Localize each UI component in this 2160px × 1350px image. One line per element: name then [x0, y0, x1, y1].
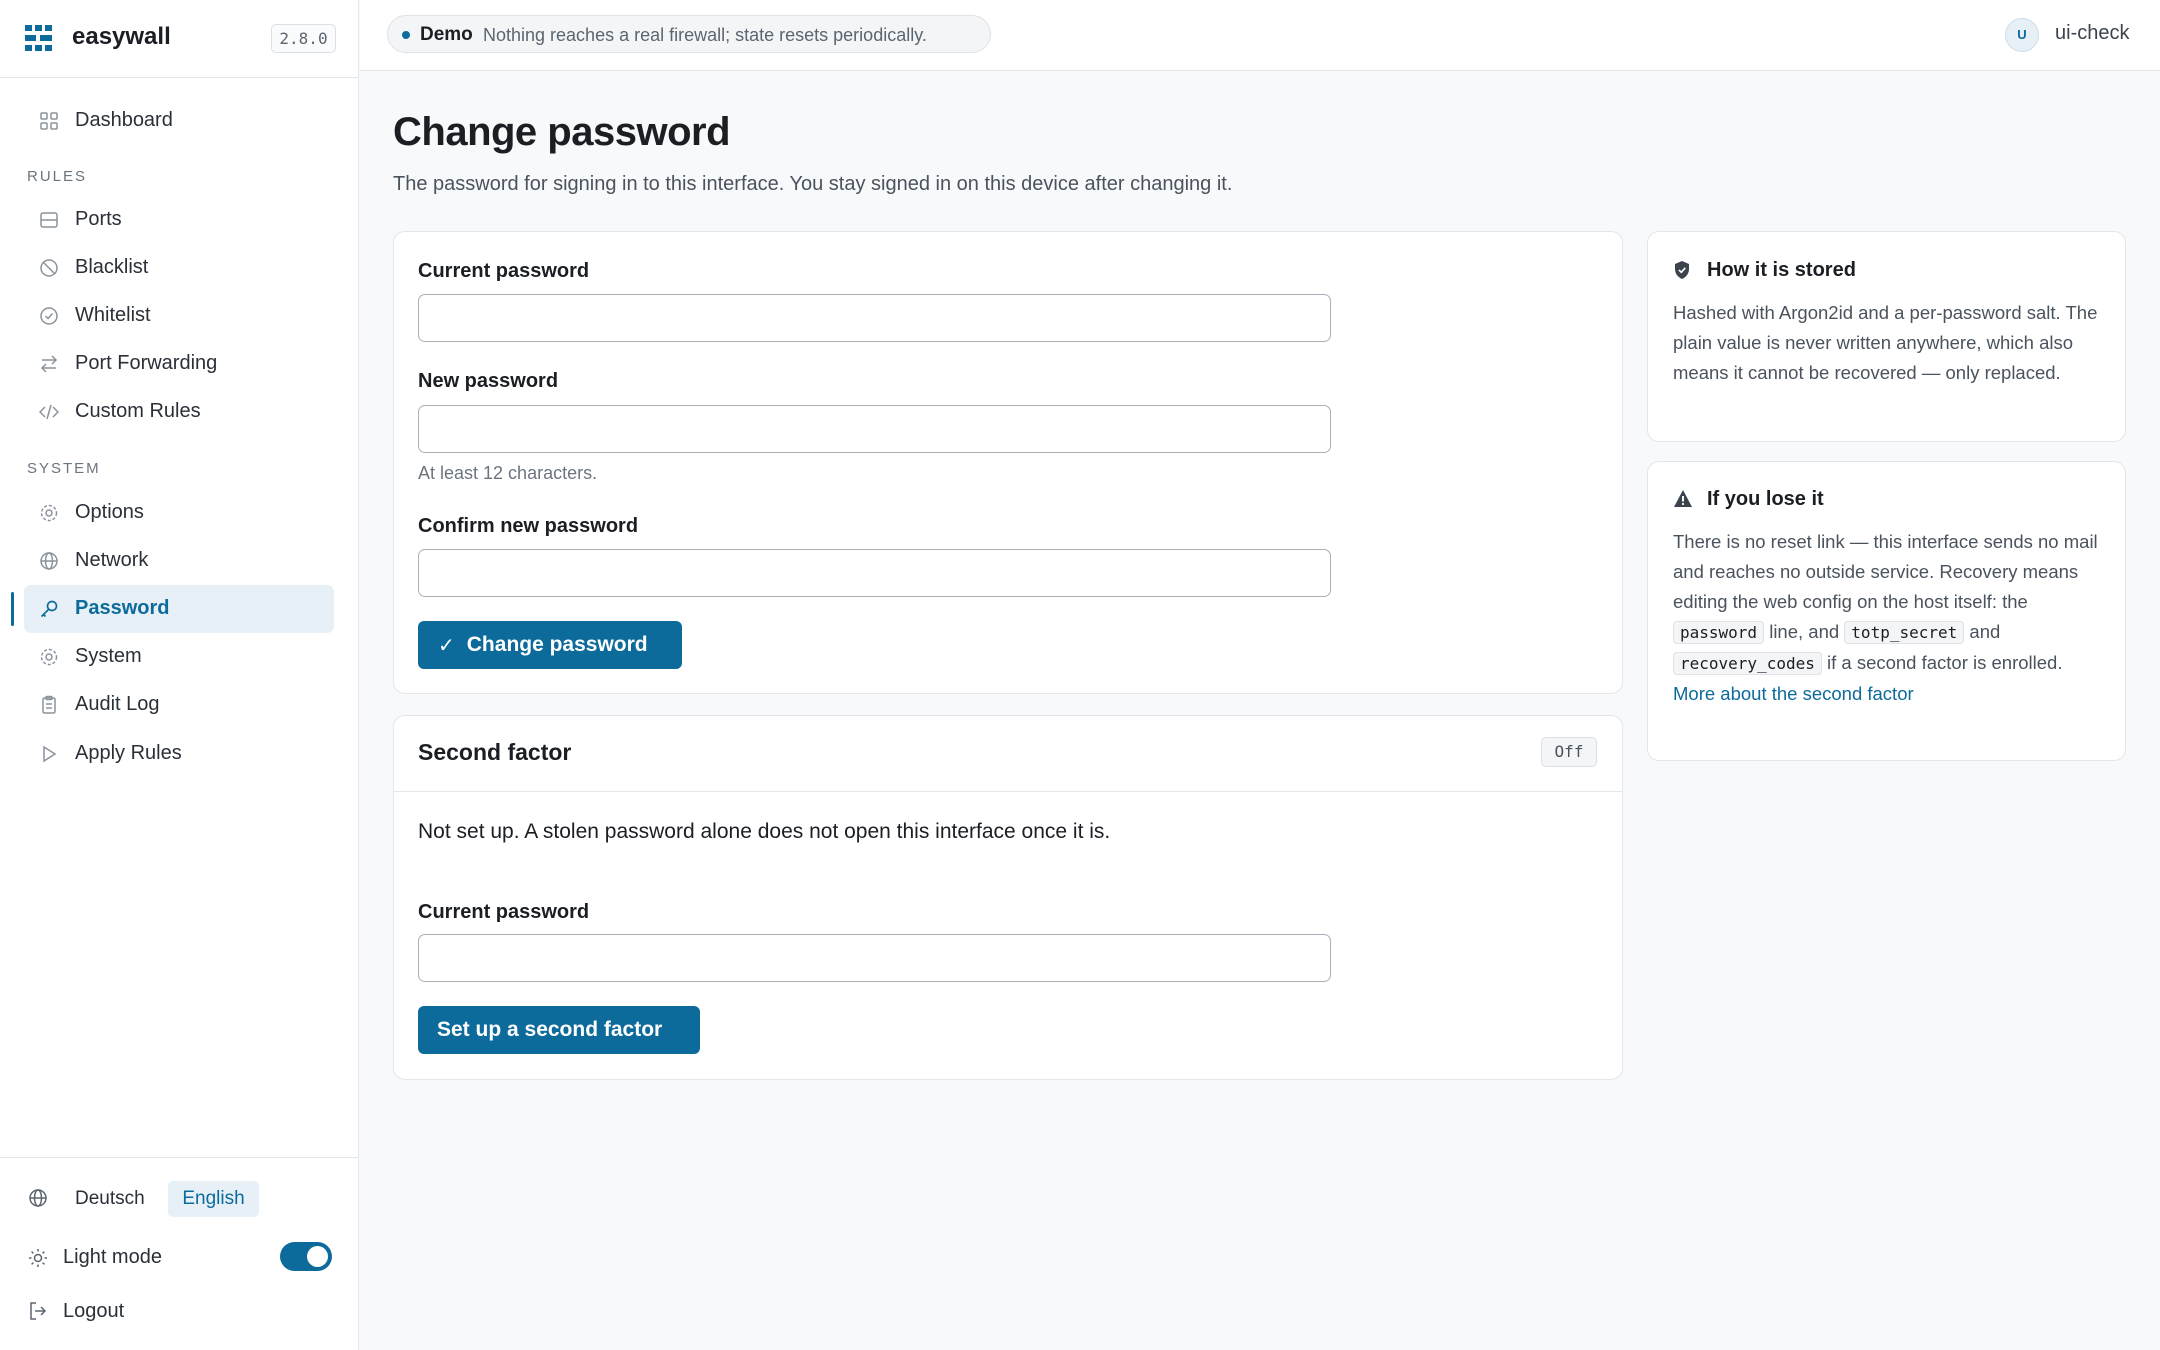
sf-current-password-label: Current password [418, 901, 590, 923]
check-circle-icon [40, 307, 58, 325]
sidebar: easywall 2.8.0 Dashboard RULES Ports Bla… [0, 0, 359, 1350]
sidebar-item-label: System [75, 645, 142, 667]
sidebar-item-label: Network [75, 549, 149, 571]
easywall-logo-icon [25, 25, 52, 51]
sidebar-item-label: Port Forwarding [75, 352, 218, 374]
user-name[interactable]: ui-check [2055, 22, 2129, 45]
code-recovery-codes: recovery_codes [1673, 652, 1822, 675]
sidebar-item-audit-log[interactable]: Audit Log [24, 681, 334, 729]
current-password-field[interactable] [418, 294, 1331, 342]
language-english[interactable]: English [168, 1181, 259, 1217]
check-icon: ✓ [438, 634, 455, 657]
logout-link[interactable]: Logout [63, 1300, 124, 1323]
active-indicator [11, 592, 14, 626]
sun-icon [29, 1249, 47, 1267]
demo-banner: Demo Nothing reaches a real firewall; st… [387, 15, 991, 53]
change-password-button[interactable]: ✓ Change password [418, 621, 682, 669]
sidebar-item-label: Audit Log [75, 693, 160, 715]
page-subtitle: The password for signing in to this inte… [393, 173, 1233, 195]
sf-current-password-field[interactable] [418, 934, 1331, 982]
clipboard-icon [42, 695, 56, 714]
status-dot [402, 31, 410, 39]
version-badge: 2.8.0 [271, 24, 336, 53]
status-badge: Off [1541, 737, 1597, 767]
gear-icon [40, 648, 58, 666]
second-factor-description: Not set up. A stolen password alone does… [418, 820, 1111, 843]
grid-icon [40, 112, 58, 130]
sidebar-item-label: Custom Rules [75, 400, 201, 422]
info-card-lose-body: There is no reset link — this interface … [1673, 527, 2109, 709]
info-card-stored-body: Hashed with Argon2id and a per-password … [1673, 302, 2098, 383]
topbar: Demo Nothing reaches a real firewall; st… [360, 0, 2160, 71]
gear-icon [40, 504, 58, 522]
sidebar-item-label: Options [75, 501, 144, 523]
arrows-swap-icon [40, 355, 58, 373]
nav-section-system: SYSTEM [27, 460, 101, 477]
key-icon [40, 600, 58, 618]
second-factor-link[interactable]: More about the second factor [1673, 683, 1914, 704]
lose-text-4: if a second factor is enrolled. [1827, 652, 2063, 673]
shield-icon [1675, 261, 1689, 279]
new-password-hint: At least 12 characters. [418, 463, 598, 483]
lose-text-3: and [1969, 621, 2001, 642]
lose-text-1: There is no reset link — this interface … [1673, 531, 2098, 612]
globe-icon [40, 552, 58, 570]
avatar[interactable]: U [2005, 18, 2039, 52]
brand-header: easywall 2.8.0 [0, 0, 358, 78]
server-icon [40, 212, 58, 228]
sidebar-item-custom-rules[interactable]: Custom Rules [24, 388, 334, 436]
theme-label: Light mode [63, 1246, 162, 1268]
setup-second-factor-button[interactable]: Set up a second factor [418, 1006, 700, 1054]
sidebar-item-blacklist[interactable]: Blacklist [24, 244, 334, 292]
sidebar-item-label: Whitelist [75, 304, 151, 326]
sidebar-item-ports[interactable]: Ports [24, 196, 334, 244]
play-icon [43, 745, 57, 763]
sidebar-item-label: Password [75, 597, 170, 619]
info-card-stored-title: How it is stored [1707, 259, 1856, 281]
confirm-password-field[interactable] [418, 549, 1331, 597]
sidebar-item-apply-rules[interactable]: Apply Rules [24, 730, 334, 778]
sidebar-item-label: Blacklist [75, 256, 149, 278]
toggle-knob [307, 1246, 328, 1267]
code-totp-secret: totp_secret [1844, 621, 1965, 644]
code-icon [39, 404, 59, 420]
sidebar-item-network[interactable]: Network [24, 537, 334, 585]
demo-text: Nothing reaches a real firewall; state r… [483, 25, 927, 45]
sidebar-item-label: Ports [75, 208, 122, 230]
new-password-field[interactable] [418, 405, 1331, 453]
sidebar-item-dashboard[interactable]: Dashboard [24, 97, 334, 145]
app-name: easywall [72, 23, 171, 50]
sidebar-item-label: Dashboard [75, 109, 173, 131]
logout-icon [30, 1302, 47, 1320]
sidebar-item-whitelist[interactable]: Whitelist [24, 292, 334, 340]
lose-text-2: line, and [1769, 621, 1840, 642]
sidebar-item-password[interactable]: Password [24, 585, 334, 633]
info-card-lose-title: If you lose it [1707, 488, 1824, 510]
new-password-label: New password [418, 370, 559, 392]
warning-icon [1674, 490, 1692, 507]
sidebar-item-options[interactable]: Options [24, 489, 334, 537]
ban-icon [40, 259, 58, 277]
setup-second-factor-button-label: Set up a second factor [437, 1018, 663, 1041]
change-password-button-label: Change password [466, 633, 648, 656]
second-factor-title: Second factor [418, 739, 572, 765]
theme-toggle[interactable] [280, 1242, 332, 1271]
code-password: password [1673, 621, 1765, 644]
page-title: Change password [393, 110, 731, 154]
current-password-label: Current password [418, 260, 590, 282]
sidebar-item-system[interactable]: System [24, 633, 334, 681]
demo-label: Demo [420, 24, 473, 45]
confirm-password-label: Confirm new password [418, 515, 639, 537]
globe-icon [29, 1189, 47, 1207]
nav-section-rules: RULES [27, 168, 88, 185]
sidebar-item-port-forwarding[interactable]: Port Forwarding [24, 340, 334, 388]
divider [394, 791, 1622, 792]
language-deutsch[interactable]: Deutsch [75, 1188, 145, 1210]
sidebar-item-label: Apply Rules [75, 742, 182, 764]
